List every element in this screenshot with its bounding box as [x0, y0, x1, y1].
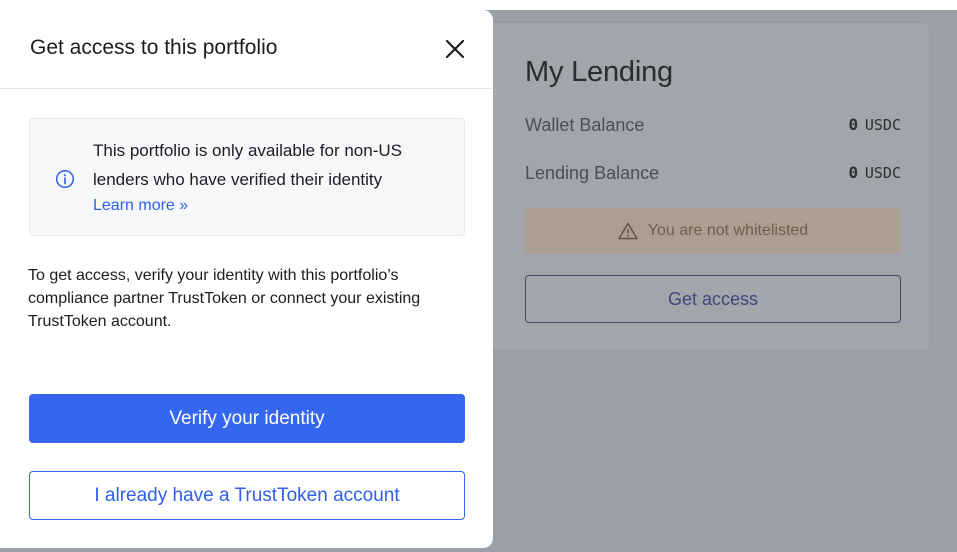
wallet-balance-value: 0 USDC	[848, 115, 902, 134]
lending-card: My Lending Wallet Balance 0 USDC Lending…	[470, 22, 930, 351]
info-icon	[55, 169, 75, 189]
not-whitelisted-banner: You are not whitelisted	[525, 208, 901, 254]
lending-title: My Lending	[525, 56, 673, 88]
warning-text: You are not whitelisted	[647, 222, 809, 239]
get-access-button[interactable]: Get access	[525, 275, 901, 323]
info-text: This portfolio is only available for non…	[93, 141, 402, 189]
get-access-modal: Get access to this portfolio This portfo…	[0, 10, 493, 548]
modal-title: Get access to this portfolio	[30, 36, 278, 59]
verify-identity-button[interactable]: Verify your identity	[29, 394, 465, 443]
wallet-balance-row: Wallet Balance 0 USDC	[525, 115, 901, 136]
page-top-edge	[0, 0, 957, 10]
lending-balance-value: 0 USDC	[848, 163, 902, 182]
existing-account-button[interactable]: I already have a TrustToken account	[29, 471, 465, 520]
lending-balance-label: Lending Balance	[525, 163, 660, 183]
wallet-balance-label: Wallet Balance	[525, 115, 645, 135]
lending-balance-row: Lending Balance 0 USDC	[525, 163, 901, 184]
warning-triangle-icon	[618, 222, 638, 240]
info-notice: This portfolio is only available for non…	[29, 118, 465, 236]
close-icon[interactable]	[442, 36, 468, 62]
modal-header: Get access to this portfolio	[0, 10, 493, 89]
access-description: To get access, verify your identity with…	[28, 267, 421, 330]
learn-more-link[interactable]: Learn more »	[93, 197, 188, 215]
